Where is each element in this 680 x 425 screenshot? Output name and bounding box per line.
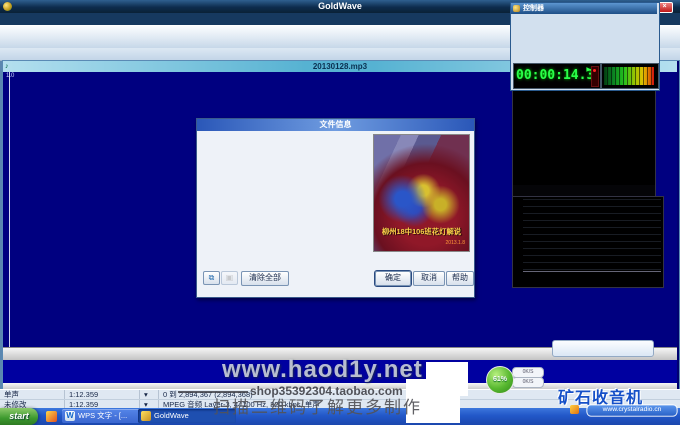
ok-button[interactable]: 确定 [375,271,411,286]
copy-info-icon[interactable]: ⧉ [203,271,220,285]
level-meter [601,63,659,89]
start-button[interactable]: start [0,408,38,425]
status-dropdown-icon[interactable]: ▾ [140,390,159,399]
time-display: 00:00:14.3 ▶ [513,63,601,89]
speed-pill-up: 0K/S [512,377,544,388]
controller-title: 控制器 [523,3,544,14]
goldwave-icon [141,411,151,421]
cancel-button[interactable]: 取消 [413,271,445,286]
controller-window: 控制器 00:00:14.3 ▶ [510,2,660,91]
controller-titlebar[interactable]: 控制器 [511,3,657,14]
file-info-dialog: 文件信息 柳州18中106班花灯解说 2013.1.8 ⧉ ▣ 清除全部 确定 … [196,118,475,298]
spectrum-analyzer-panel [512,196,664,288]
dialog-title: 文件信息 [197,119,474,131]
floating-toolbar [552,340,654,357]
clear-all-button[interactable]: 清除全部 [241,271,289,286]
album-art-date: 2013.1.8 [446,240,465,246]
album-art: 柳州18中106班花灯解说 2013.1.8 [373,134,470,252]
help-button[interactable]: 帮助 [446,271,474,286]
dialog-titlebar[interactable]: 文件信息 [197,119,474,131]
time-display-value: 00:00:14.3 [516,68,594,83]
record-indicator [591,66,599,87]
controller-icon [513,5,520,12]
level-meter-bar [604,67,654,85]
amplitude-label: 1.0 [6,73,14,79]
watermark-haod1y: www.haod1y.net [222,356,423,384]
status-length[interactable]: 1:12.359 [65,390,140,399]
goldwave-screen: GoldWave × ♪ 20130128.mp3 1.0 控制器 00:00:… [0,0,680,425]
start-marker[interactable] [9,72,10,347]
crystalradio-url: www.crystalradio.cn [586,404,677,416]
download-orb[interactable]: 61% [486,366,514,394]
album-art-caption: 柳州18中106班花灯解说 [378,226,465,236]
quick-launch-icon[interactable] [46,411,57,422]
wps-icon: W [65,411,75,421]
spectrogram-panel [512,89,656,198]
crystalradio-icon [570,405,579,414]
paste-info-icon[interactable]: ▣ [221,271,238,285]
status-channels: 单声 [0,390,65,399]
watermark-scan-text: 扫描二维码了解更多制作 [213,393,422,418]
